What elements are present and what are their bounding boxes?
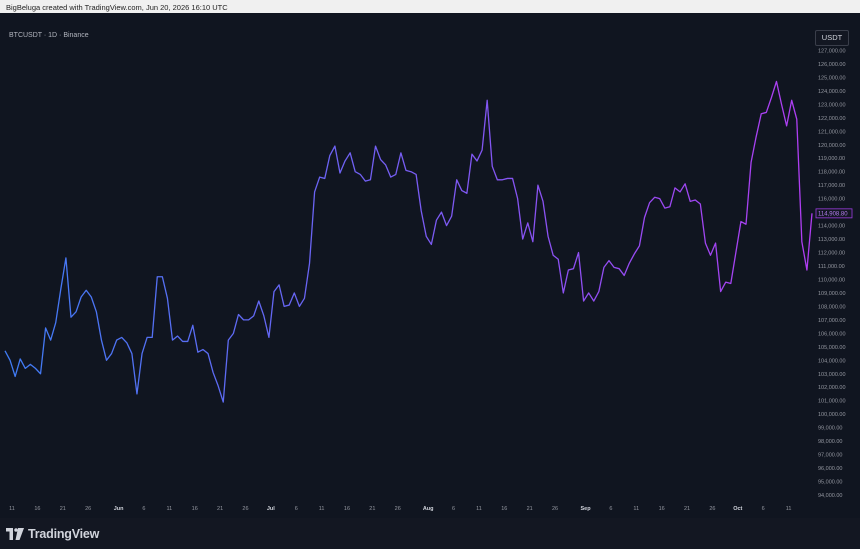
- price-tick-label: 117,000.00: [818, 183, 845, 189]
- time-tick-label: 26: [242, 506, 248, 512]
- time-tick-label: 11: [9, 506, 15, 512]
- price-tick-label: 112,000.00: [818, 251, 845, 257]
- last-price-label: 114,908.80: [818, 211, 848, 217]
- symbol-label[interactable]: BTCUSDT · 1D · Binance: [9, 32, 89, 39]
- price-tick-label: 100,000.00: [818, 412, 846, 418]
- time-tick-label: 16: [192, 506, 198, 512]
- price-tick-label: 103,000.00: [818, 372, 846, 378]
- time-tick-label: 21: [60, 506, 66, 512]
- time-tick-label: 21: [527, 506, 533, 512]
- price-tick-label: 104,000.00: [818, 358, 846, 364]
- time-tick-label: 11: [786, 506, 792, 512]
- price-tick-label: 121,000.00: [818, 129, 846, 135]
- price-tick-label: 99,000.00: [818, 426, 842, 432]
- time-tick-label: Sep: [580, 506, 591, 512]
- attribution-text: BigBeluga created with TradingView.com, …: [6, 3, 228, 12]
- brand-name: TradingView: [28, 527, 100, 541]
- time-tick-label: 6: [609, 506, 612, 512]
- time-tick-label: 21: [369, 506, 375, 512]
- time-tick-label: 21: [217, 506, 223, 512]
- time-tick-label: 16: [659, 506, 665, 512]
- price-tick-label: 97,000.00: [818, 453, 842, 459]
- chart-area[interactable]: 128,000.00127,000.00126,000.00125,000.00…: [0, 13, 860, 518]
- price-tick-label: 111,000.00: [818, 264, 845, 270]
- tradingview-logo-icon: [6, 528, 24, 540]
- time-tick-label: 26: [709, 506, 715, 512]
- time-tick-label: 16: [344, 506, 350, 512]
- time-tick-label: 26: [552, 506, 558, 512]
- time-tick-label: 11: [319, 506, 325, 512]
- price-tick-label: 123,000.00: [818, 102, 846, 108]
- price-tick-label: 94,000.00: [818, 493, 842, 499]
- tradingview-brand[interactable]: TradingView: [6, 527, 99, 541]
- time-tick-label: 6: [295, 506, 298, 512]
- price-tick-label: 116,000.00: [818, 197, 845, 203]
- time-tick-label: 16: [501, 506, 507, 512]
- time-tick-label: 11: [633, 506, 639, 512]
- price-tick-label: 95,000.00: [818, 480, 842, 486]
- price-tick-label: 98,000.00: [818, 439, 842, 445]
- time-tick-label: 6: [762, 506, 765, 512]
- price-tick-label: 114,000.00: [818, 224, 845, 230]
- time-tick-label: Oct: [733, 506, 742, 512]
- time-axis[interactable]: 11 16 21 26 Jun 6 11 16 21 26 Jul 6 11 16 21 26 Aug 6 11 16…: [9, 506, 791, 512]
- price-tick-label: 107,000.00: [818, 318, 846, 324]
- price-tick-label: 102,000.00: [818, 385, 846, 391]
- price-tick-label: 124,000.00: [818, 89, 846, 95]
- time-tick-label: 11: [166, 506, 172, 512]
- time-tick-label: 11: [476, 506, 482, 512]
- time-tick-label: 26: [395, 506, 401, 512]
- price-tick-label: 120,000.00: [818, 143, 846, 149]
- price-tick-label: 109,000.00: [818, 291, 846, 297]
- currency-button[interactable]: USDT: [815, 30, 849, 46]
- price-chart[interactable]: 128,000.00127,000.00126,000.00125,000.00…: [0, 13, 860, 518]
- price-tick-label: 96,000.00: [818, 466, 842, 472]
- time-tick-label: Aug: [423, 506, 434, 512]
- time-tick-label: 21: [684, 506, 690, 512]
- time-tick-label: Jun: [114, 506, 124, 512]
- price-tick-label: 118,000.00: [818, 170, 845, 176]
- time-tick-label: Jul: [267, 506, 275, 512]
- price-tick-label: 101,000.00: [818, 399, 846, 405]
- price-tick-label: 122,000.00: [818, 116, 846, 122]
- time-tick-label: 26: [85, 506, 91, 512]
- price-tick-label: 110,000.00: [818, 277, 845, 283]
- price-tick-label: 125,000.00: [818, 75, 846, 81]
- price-tick-label: 105,000.00: [818, 345, 846, 351]
- time-tick-label: 6: [452, 506, 455, 512]
- time-tick-label: 16: [34, 506, 40, 512]
- price-tick-label: 127,000.00: [818, 48, 846, 54]
- time-tick-label: 6: [142, 506, 145, 512]
- price-tick-label: 119,000.00: [818, 156, 845, 162]
- price-line: [4, 80, 813, 403]
- footer: TradingView: [0, 518, 860, 549]
- price-axis[interactable]: 128,000.00127,000.00126,000.00125,000.00…: [818, 35, 846, 499]
- price-tick-label: 113,000.00: [818, 237, 845, 243]
- price-tick-label: 126,000.00: [818, 62, 846, 68]
- price-tick-label: 106,000.00: [818, 331, 846, 337]
- price-tick-label: 108,000.00: [818, 304, 846, 310]
- last-price-marker: 114,908.80: [815, 208, 853, 219]
